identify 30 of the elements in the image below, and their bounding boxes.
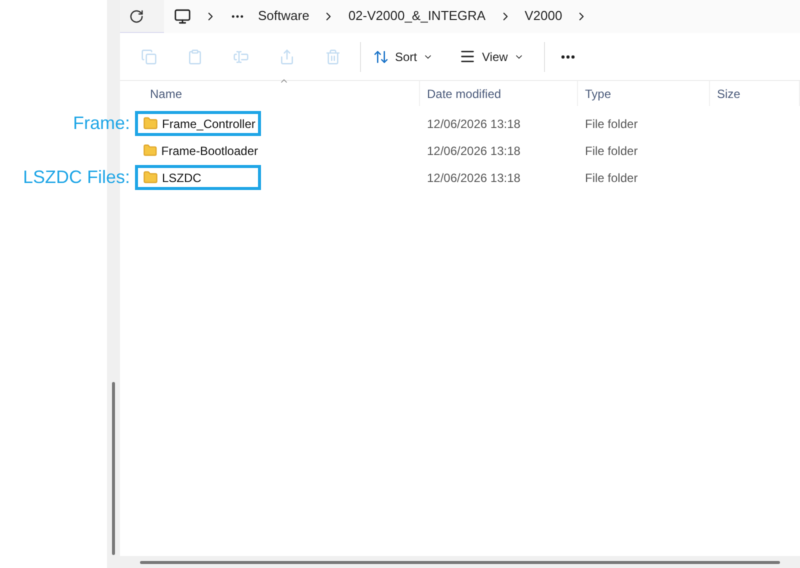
annotation-label: Frame: <box>72 112 130 135</box>
date-cell-text: 12/06/2026 13:18 <box>426 142 522 160</box>
folder-icon <box>143 170 158 185</box>
type-cell-text: File folder <box>584 142 639 160</box>
lines-icon <box>459 48 476 65</box>
column-header[interactable]: Name <box>120 81 420 106</box>
scrollbar-thumb[interactable] <box>140 560 780 564</box>
folder-icon <box>143 143 158 158</box>
date-cell-text: 12/06/2026 13:18 <box>426 170 522 186</box>
file-name-cell[interactable]: Frame-Bootloader <box>135 138 261 163</box>
scrollbar-thumb[interactable] <box>112 382 115 555</box>
breadcrumb-item[interactable]: V2000 <box>524 6 562 26</box>
address-bar[interactable]: Software 02-V2000_&_INTEGRA V2000 <box>164 0 800 32</box>
breadcrumb-item[interactable]: Software <box>258 6 310 26</box>
date-cell-text: 12/06/2026 13:18 <box>426 116 522 132</box>
sort-button[interactable]: Sort <box>365 42 442 72</box>
column-header[interactable]: Date modified <box>420 81 578 106</box>
view-button[interactable]: View <box>449 42 534 72</box>
type-cell-text: File folder <box>584 116 639 132</box>
annotation-label: LSZDC Files: <box>22 166 130 189</box>
column-header[interactable]: Type <box>578 81 710 106</box>
computer-icon <box>174 8 191 24</box>
column-header[interactable]: Size <box>710 81 800 106</box>
folder-icon <box>143 116 158 131</box>
sort-icon <box>373 48 389 64</box>
type-cell-text: File folder <box>584 170 639 186</box>
breadcrumb-item[interactable]: 02-V2000_&_INTEGRA <box>348 6 486 26</box>
more-icon <box>560 54 575 58</box>
file-name-cell[interactable]: LSZDC <box>135 165 261 190</box>
file-name-cell[interactable]: Frame_Controller <box>135 111 261 136</box>
